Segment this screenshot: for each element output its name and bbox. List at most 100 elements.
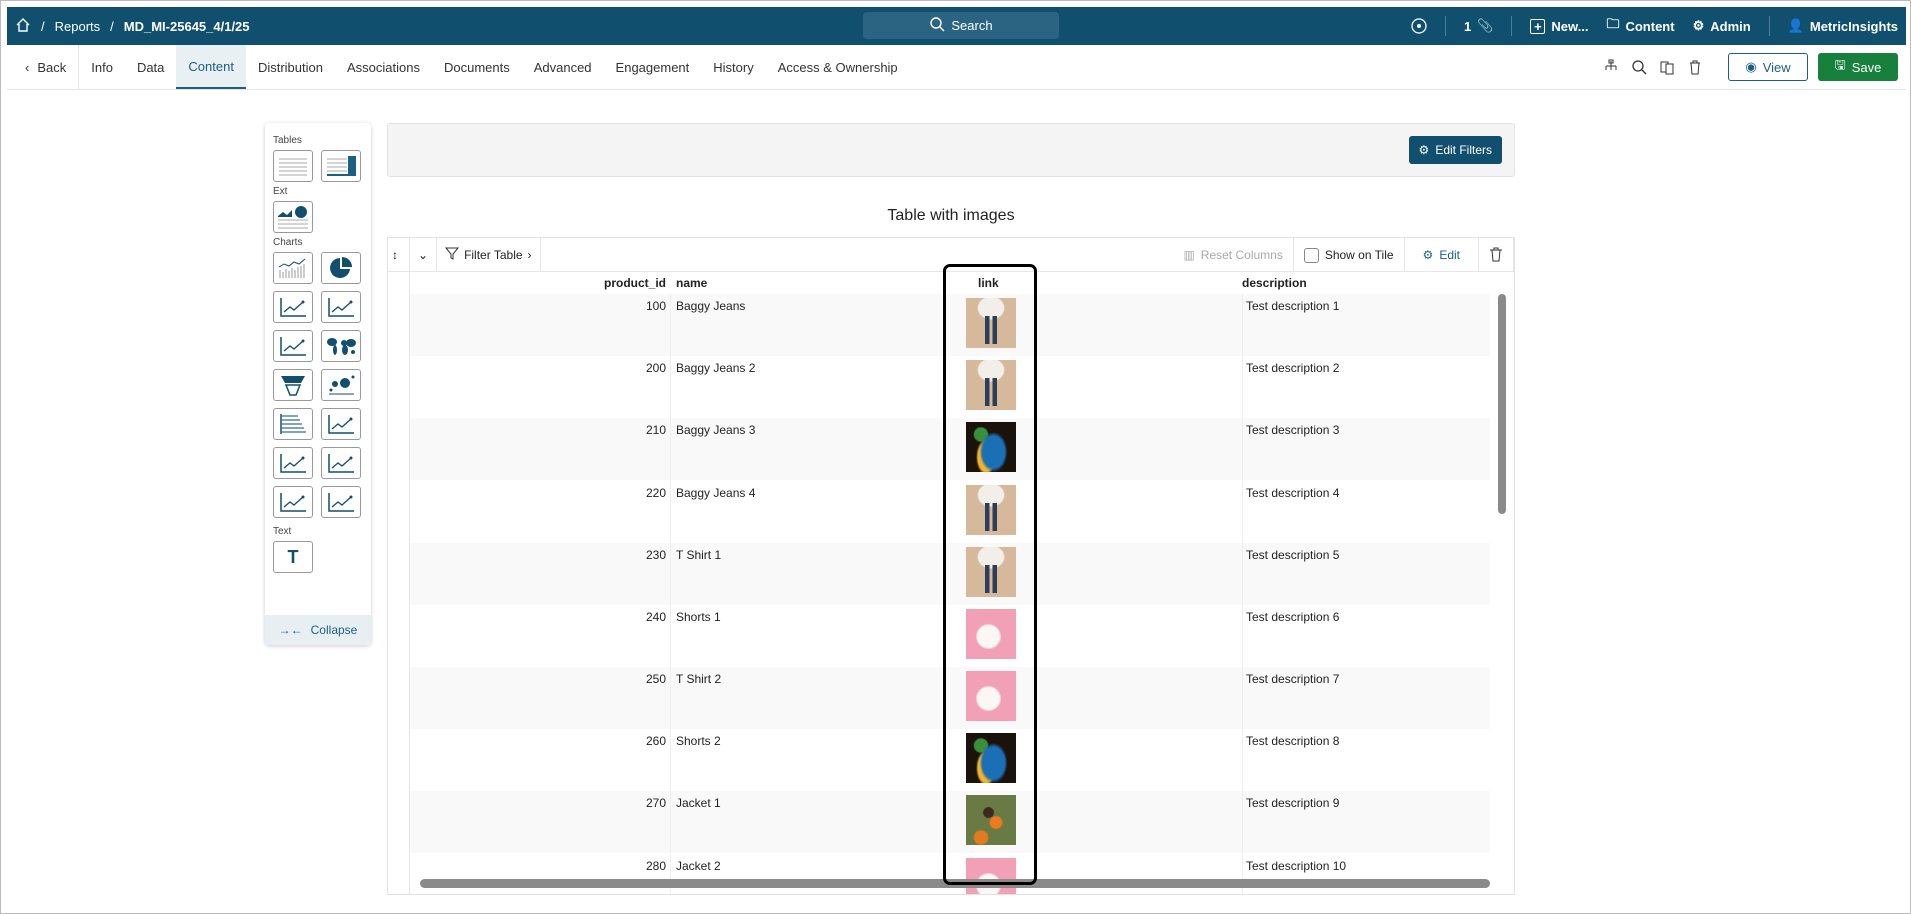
tab-history[interactable]: History — [701, 45, 765, 89]
product-image-parrot[interactable] — [966, 733, 1016, 784]
tab-data[interactable]: Data — [125, 45, 176, 89]
world-map-icon[interactable] — [321, 330, 361, 362]
column-header-description[interactable]: description — [1242, 276, 1307, 290]
table-row: 250 T Shirt 2 Test description 7 — [410, 667, 1490, 729]
breadcrumb-reports[interactable]: Reports — [55, 19, 101, 34]
line-chart-icon[interactable] — [321, 447, 361, 479]
plus-icon: + — [1530, 18, 1546, 34]
row-height-toggle[interactable]: ↕ — [388, 238, 410, 271]
trash-icon — [1489, 246, 1503, 265]
table-row: 200 Baggy Jeans 2 Test description 2 — [410, 356, 1490, 419]
vertical-scrollbar-thumb[interactable] — [1498, 294, 1506, 514]
filter-table-button[interactable]: Filter Table › — [437, 238, 541, 271]
table-row: 230 T Shirt 1 Test description 5 — [410, 542, 1490, 605]
bar-chart-icon[interactable] — [273, 408, 313, 440]
gear-icon: ⚙ — [1692, 18, 1705, 33]
trash-icon[interactable] — [1686, 58, 1704, 76]
text-icon[interactable]: T — [273, 541, 313, 573]
reset-columns-label: Reset Columns — [1200, 248, 1283, 262]
user-name: MetricInsights — [1809, 18, 1898, 34]
search-button[interactable]: Search — [863, 12, 1059, 39]
tab-access-ownership[interactable]: Access & Ownership — [766, 45, 910, 89]
product-image-kitten[interactable] — [966, 671, 1016, 721]
ext-report-icon[interactable] — [273, 201, 313, 233]
back-label: Back — [37, 59, 67, 75]
product-image-kitten[interactable] — [966, 608, 1016, 659]
content-label: Content — [1625, 18, 1675, 34]
collapse-button[interactable]: →← Collapse — [265, 615, 371, 645]
cell-name: Jacket 2 — [676, 858, 721, 873]
expand-toggle[interactable]: ⌄ — [410, 238, 438, 271]
reset-columns-button[interactable]: ▥ Reset Columns — [1173, 238, 1294, 272]
funnel-chart-icon[interactable] — [273, 369, 313, 401]
column-header-product-id[interactable]: product_id — [410, 276, 666, 290]
cell-name: T Shirt 2 — [676, 672, 722, 686]
line-chart-icon[interactable] — [273, 447, 313, 479]
collapse-label: Collapse — [310, 623, 358, 637]
line-chart-icon[interactable] — [273, 486, 313, 518]
filter-table-label: Filter Table — [464, 247, 523, 262]
attachments-count: 1 — [1463, 18, 1472, 34]
ai-assistant-icon[interactable] — [1411, 18, 1427, 34]
admin-label: Admin — [1710, 18, 1751, 34]
view-button[interactable]: ◉ View — [1728, 53, 1808, 81]
line-bar-chart-icon[interactable] — [273, 252, 313, 284]
tab-content[interactable]: Content — [176, 45, 246, 89]
search-icon[interactable] — [1630, 58, 1648, 76]
cell-description: Test description 6 — [1246, 609, 1340, 624]
cell-description: Test description 9 — [1246, 796, 1340, 811]
horizontal-scrollbar[interactable] — [420, 879, 1490, 888]
edit-filters-button[interactable]: ⚙ Edit Filters — [1408, 136, 1502, 164]
product-image-jeans[interactable] — [966, 298, 1016, 348]
line-chart-icon[interactable] — [321, 291, 361, 323]
attachments-button[interactable]: 1 📎 — [1464, 18, 1493, 34]
user-menu[interactable]: 👤 MetricInsights — [1788, 18, 1898, 34]
tab-associations[interactable]: Associations — [335, 45, 432, 89]
save-icon: 🖫 — [1834, 57, 1846, 72]
product-image-jeans[interactable] — [966, 546, 1016, 597]
bubble-chart-icon[interactable] — [321, 369, 361, 401]
pie-chart-icon[interactable] — [321, 252, 361, 284]
checkbox[interactable] — [1303, 247, 1319, 263]
tab-documents[interactable]: Documents — [432, 45, 522, 89]
save-button[interactable]: 🖫 Save — [1818, 53, 1898, 81]
product-image-parrot[interactable] — [966, 422, 1016, 473]
delete-table-button[interactable] — [1479, 238, 1514, 272]
tab-engagement[interactable]: Engagement — [604, 45, 702, 89]
line-chart-icon[interactable] — [273, 291, 313, 323]
product-image-kitten[interactable] — [966, 857, 1016, 894]
home-icon[interactable] — [15, 17, 31, 36]
copy-icon[interactable] — [1658, 58, 1676, 76]
product-image-butterfly[interactable] — [966, 795, 1016, 846]
table-icon[interactable] — [273, 150, 313, 182]
gear-icon: ⚙ — [1422, 248, 1434, 262]
palette-section-ext: Ext — [273, 186, 288, 197]
hierarchy-icon[interactable] — [1602, 58, 1620, 76]
back-button[interactable]: ‹ Back — [7, 45, 80, 89]
admin-button[interactable]: ⚙ Admin — [1693, 18, 1751, 34]
new-button[interactable]: + New... — [1530, 18, 1589, 34]
line-chart-icon[interactable] — [273, 330, 313, 362]
column-header-name[interactable]: name — [676, 276, 707, 290]
content-button[interactable]: 🗀 Content — [1606, 15, 1674, 37]
cell-name: Jacket 1 — [676, 796, 721, 811]
tab-distribution[interactable]: Distribution — [246, 45, 335, 89]
table-row: 210 Baggy Jeans 3 Test description 3 — [410, 418, 1490, 481]
cell-name: Baggy Jeans 2 — [676, 361, 756, 376]
tab-info[interactable]: Info — [79, 45, 125, 89]
cell-description: Test description 8 — [1246, 734, 1340, 749]
cell-name: Baggy Jeans — [676, 299, 746, 313]
palette-section-tables: Tables — [273, 135, 302, 146]
line-chart-icon[interactable] — [321, 486, 361, 518]
column-header-link[interactable]: link — [978, 276, 999, 290]
product-image-jeans[interactable] — [966, 484, 1016, 535]
show-on-tile-checkbox[interactable]: Show on Tile — [1294, 238, 1405, 272]
vertical-scrollbar[interactable] — [1498, 282, 1506, 872]
pivot-table-icon[interactable] — [321, 150, 361, 182]
cell-product-id: 250 — [645, 672, 666, 686]
product-image-jeans[interactable] — [966, 360, 1016, 411]
edit-table-button[interactable]: ⚙ Edit — [1405, 238, 1479, 272]
new-label: New... — [1551, 18, 1589, 34]
line-chart-icon[interactable] — [321, 408, 361, 440]
tab-advanced[interactable]: Advanced — [522, 45, 604, 89]
